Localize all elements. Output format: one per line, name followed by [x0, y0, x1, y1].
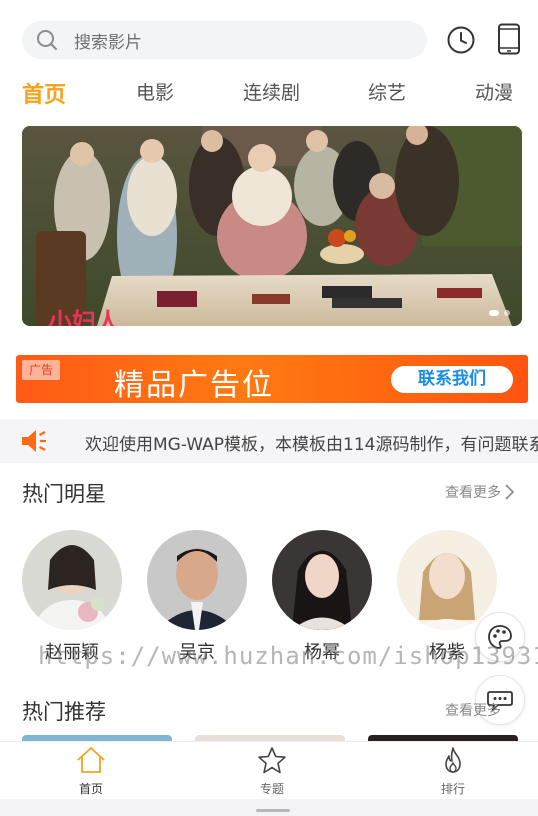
flame-icon — [445, 747, 461, 773]
bottom-tab-bar: 首页 专题 排行 — [0, 741, 538, 799]
hot-recommend-title: 热门推荐 — [22, 700, 106, 724]
tab-variety[interactable]: 综艺 — [368, 78, 406, 105]
carousel-indicator — [489, 310, 510, 316]
tab-movies[interactable]: 电影 — [136, 78, 174, 105]
star-card[interactable]: 赵丽颖 — [22, 530, 123, 663]
bottom-tab-label: 排行 — [440, 782, 465, 796]
star-card[interactable]: 杨幂 — [272, 530, 373, 663]
speaker-icon — [20, 428, 48, 454]
avatar — [272, 530, 372, 630]
home-indicator[interactable] — [256, 809, 290, 812]
avatar — [22, 530, 122, 630]
bottom-tab-label: 首页 — [78, 782, 103, 796]
avatar — [147, 530, 247, 630]
more-label: 查看更多 — [445, 485, 501, 501]
tab-home[interactable]: 首页 — [22, 77, 66, 109]
history-clock-icon[interactable] — [446, 25, 476, 55]
bottom-tab-topics[interactable]: 专题 — [232, 746, 312, 797]
hot-stars-more-link[interactable]: 查看更多 — [445, 482, 514, 502]
banner-image — [22, 126, 522, 326]
carousel-dot-active[interactable] — [489, 310, 499, 316]
system-home-bar — [0, 799, 538, 816]
mobile-phone-icon[interactable] — [496, 23, 522, 55]
notice-text: 欢迎使用MG-WAP模板，本模板由114源码制作，有问题联系 — [85, 435, 538, 455]
category-tabs: 首页 电影 连续剧 综艺 动漫 — [0, 78, 538, 114]
ad-banner[interactable]: 广告 精品广告位 联系我们 — [16, 355, 528, 403]
chevron-right-icon — [505, 484, 514, 500]
bottom-tab-ranking[interactable]: 排行 — [413, 746, 493, 797]
notice-bar: 欢迎使用MG-WAP模板，本模板由114源码制作，有问题联系 — [0, 419, 538, 463]
ad-title: 精品广告位 — [114, 368, 274, 403]
search-bar[interactable]: 搜索影片 — [22, 21, 427, 59]
search-icon — [36, 29, 58, 51]
watermark-text: https://www.huzhan.com/ishop13931 — [38, 642, 538, 670]
top-bar: 搜索影片 — [0, 0, 538, 76]
avatar — [397, 530, 497, 630]
contact-us-button[interactable]: 联系我们 — [391, 366, 513, 393]
hero-banner[interactable]: 小妇人 — [22, 126, 522, 326]
more-label: 查看更多 — [445, 703, 501, 719]
ad-tag: 广告 — [22, 360, 61, 380]
star-icon — [258, 747, 286, 774]
hot-recommend-more-link[interactable]: 查看更多 — [445, 700, 501, 720]
star-card[interactable]: 杨紫 — [397, 530, 498, 663]
tab-series[interactable]: 连续剧 — [243, 78, 300, 105]
bottom-tab-home[interactable]: 首页 — [51, 746, 131, 797]
bottom-tab-label: 专题 — [259, 782, 284, 796]
star-card[interactable]: 吴京 — [147, 530, 248, 663]
carousel-dot[interactable] — [504, 310, 510, 316]
home-icon — [77, 747, 105, 773]
tab-anime[interactable]: 动漫 — [475, 78, 513, 105]
search-placeholder: 搜索影片 — [74, 32, 142, 53]
hot-stars-title: 热门明星 — [22, 482, 106, 506]
banner-caption: 小妇人 — [48, 308, 120, 326]
